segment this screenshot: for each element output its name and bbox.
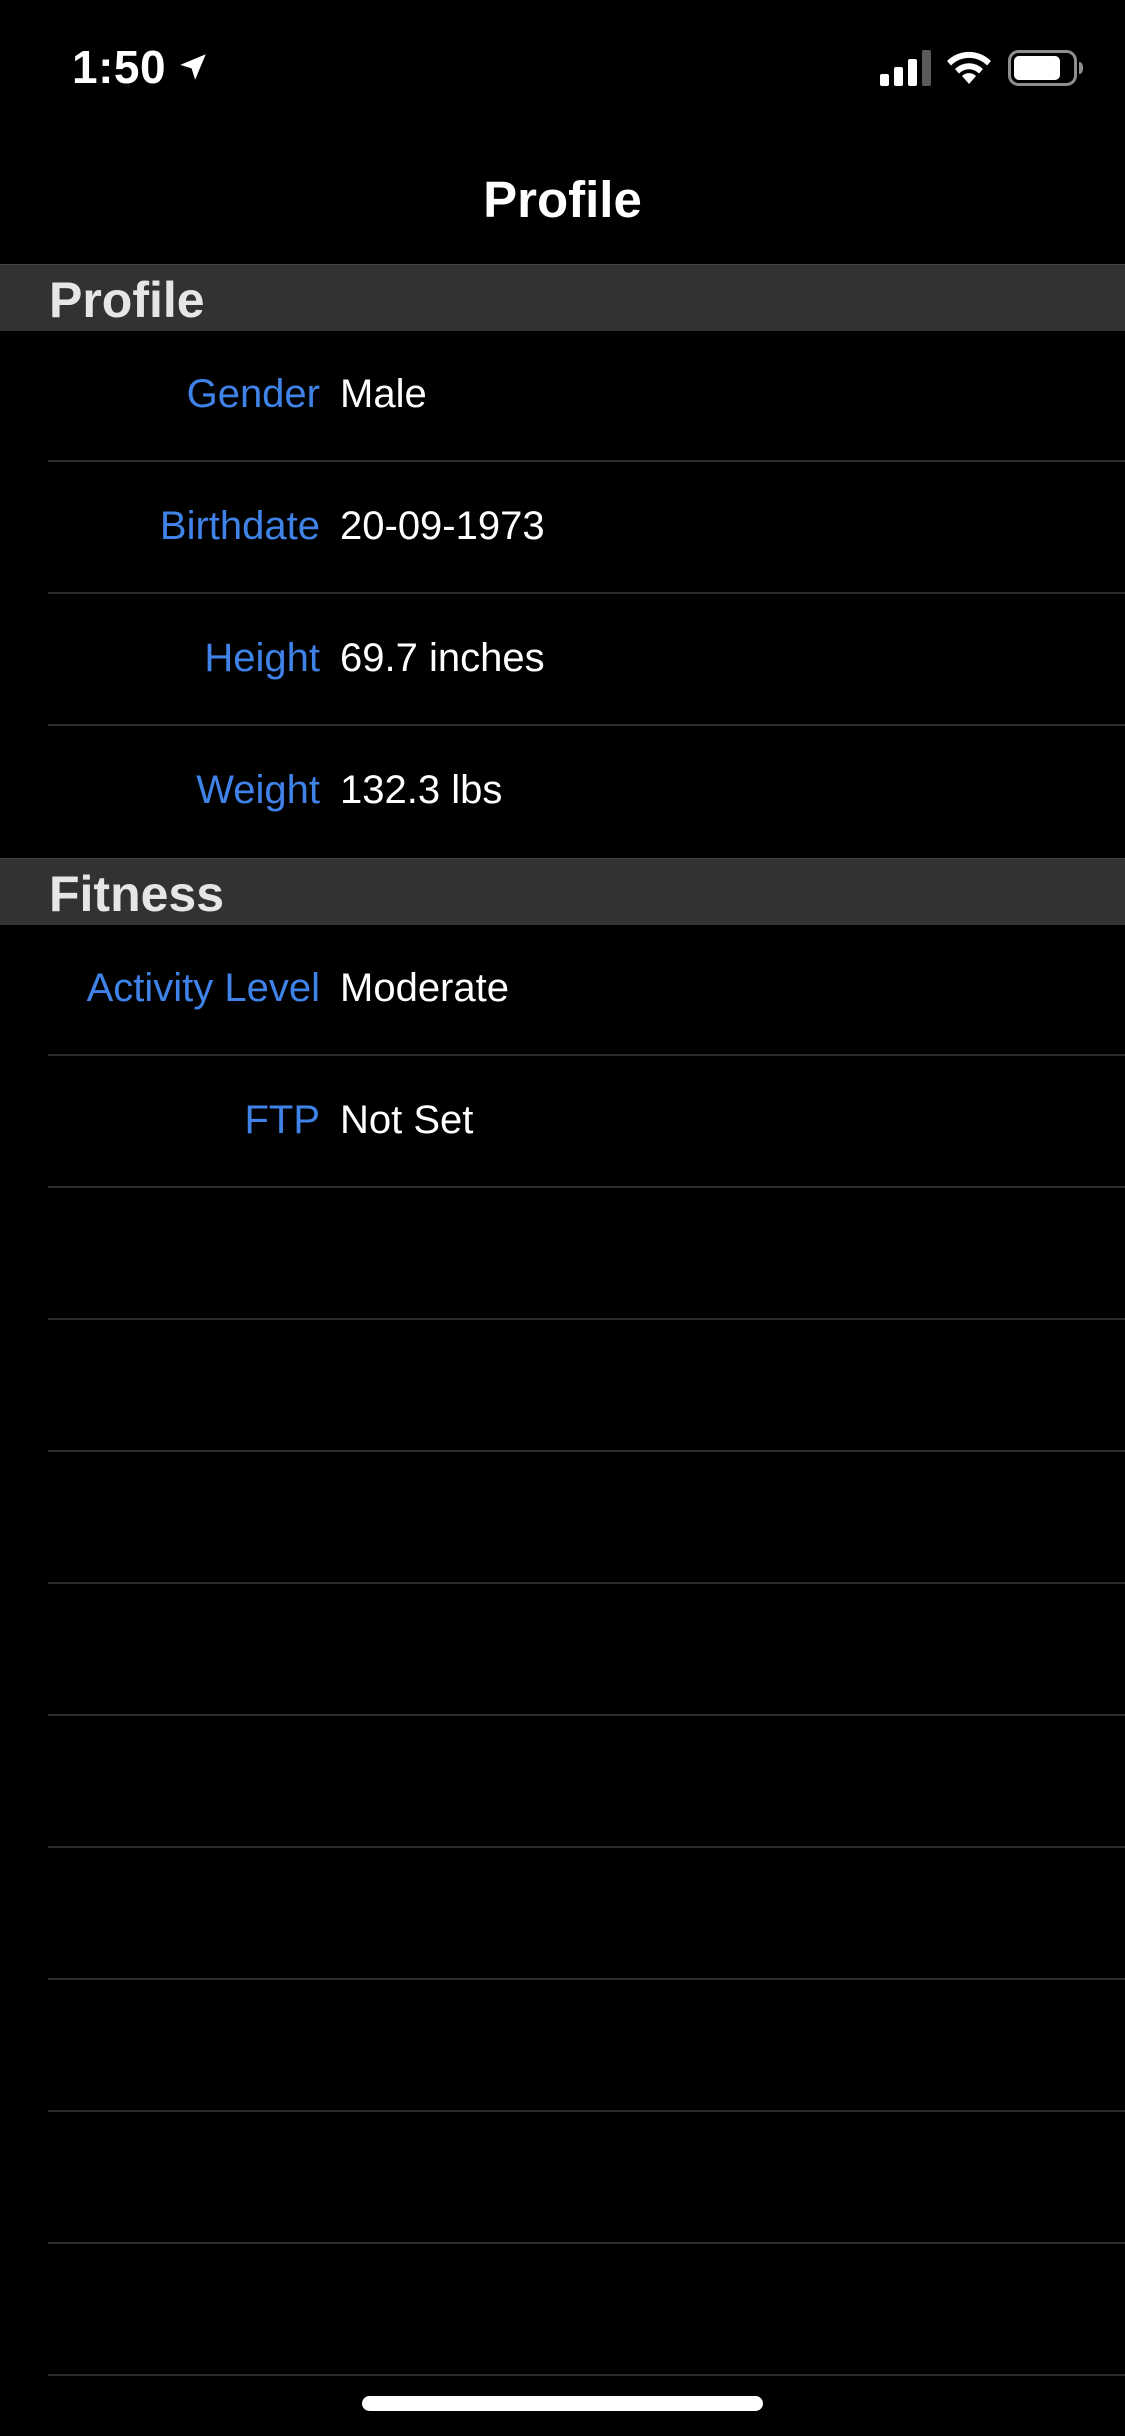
- section-header-fitness: Fitness: [0, 858, 1125, 925]
- empty-row: [0, 1320, 1125, 1452]
- empty-row: [0, 1452, 1125, 1584]
- row-label: Gender: [186, 372, 320, 416]
- row-label: FTP: [244, 1098, 320, 1142]
- status-bar: 1:50: [0, 0, 1125, 132]
- status-time: 1:50: [72, 41, 167, 93]
- row-label: Birthdate: [159, 504, 320, 548]
- empty-row: [0, 2244, 1125, 2376]
- location-arrow-icon: [180, 54, 206, 80]
- row-label: Weight: [196, 768, 320, 812]
- row-label: Activity Level: [86, 966, 320, 1010]
- row-value: Not Set: [340, 1098, 474, 1142]
- empty-row: [0, 2112, 1125, 2244]
- row-value: Male: [340, 372, 427, 416]
- row-value: 20-09-1973: [340, 504, 545, 548]
- empty-row: [0, 1980, 1125, 2112]
- home-indicator[interactable]: [362, 2396, 763, 2411]
- cellular-signal-icon: [880, 50, 931, 86]
- empty-row: [0, 1188, 1125, 1320]
- section-header-profile: Profile: [0, 264, 1125, 331]
- wifi-icon: [947, 51, 991, 84]
- empty-row: [0, 1848, 1125, 1980]
- row-gender[interactable]: Gender Male: [0, 330, 1125, 462]
- row-divider: [48, 2374, 1125, 2376]
- row-height[interactable]: Height 69.7 inches: [0, 594, 1125, 726]
- row-value: 69.7 inches: [340, 636, 545, 680]
- battery-icon: [1008, 50, 1083, 86]
- row-ftp[interactable]: FTP Not Set: [0, 1056, 1125, 1188]
- page-title: Profile: [483, 171, 642, 228]
- row-weight[interactable]: Weight 132.3 lbs: [0, 726, 1125, 858]
- navigation-bar: Profile: [0, 132, 1125, 264]
- row-birthdate[interactable]: Birthdate 20-09-1973: [0, 462, 1125, 594]
- section-title-fitness: Fitness: [49, 866, 225, 922]
- row-value: Moderate: [340, 966, 509, 1010]
- empty-row: [0, 1716, 1125, 1848]
- empty-row: [0, 1584, 1125, 1716]
- row-label: Height: [204, 636, 320, 680]
- section-title-profile: Profile: [49, 272, 205, 328]
- row-activity-level[interactable]: Activity Level Moderate: [0, 924, 1125, 1056]
- row-value: 132.3 lbs: [340, 768, 503, 812]
